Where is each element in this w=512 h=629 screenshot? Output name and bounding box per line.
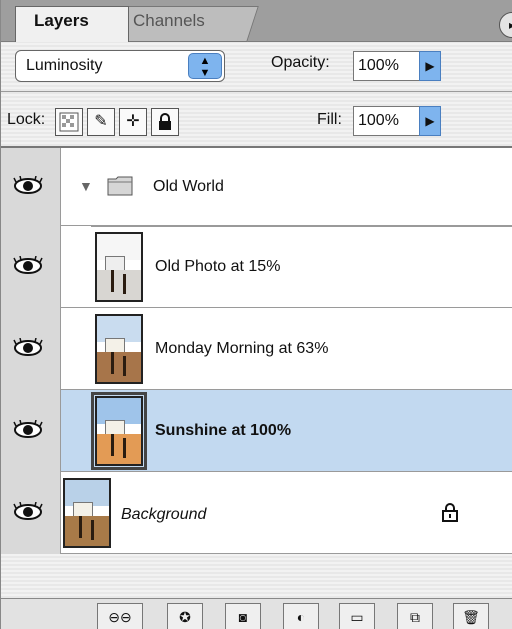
layer-name: Background (121, 506, 207, 523)
divider (91, 226, 512, 227)
layer-old-photo[interactable]: Old Photo at 15% (1, 226, 512, 308)
new-group-folder-icon[interactable]: ▭ (339, 603, 375, 629)
lock-all-icon[interactable] (151, 108, 179, 136)
tab-channels[interactable]: Channels (107, 6, 259, 42)
fill-label: Fill: (317, 111, 342, 128)
layers-panel: Channels Layers ▸ Luminosity ▲▼ Opacity:… (0, 0, 512, 629)
layer-background[interactable]: Background (1, 472, 512, 554)
lock-transparent-pixels-icon[interactable] (55, 108, 83, 136)
eye-icon[interactable] (13, 420, 49, 442)
eye-icon[interactable] (13, 176, 49, 198)
link-layers-icon[interactable]: ⊖⊖ (97, 603, 143, 629)
layer-name: Old World (153, 178, 224, 195)
bottom-toolbar: ⊖⊖ ✪ ◙ ◐ ▭ ⧉ 🗑 (1, 598, 512, 629)
list-empty-area (1, 554, 512, 598)
layers-list: ▼ Old World Old Photo at 15% Monday Morn… (1, 148, 512, 598)
opacity-slider-arrow-icon[interactable]: ▶ (419, 51, 441, 81)
trash-icon[interactable]: 🗑 (453, 603, 489, 629)
lock-position-move-icon[interactable]: ✛ (119, 108, 147, 136)
panel-menu-icon[interactable]: ▸ (499, 12, 512, 38)
new-layer-icon[interactable]: ⧉ (397, 603, 433, 629)
blend-mode-select[interactable]: Luminosity ▲ ▼ (15, 50, 225, 82)
eye-icon[interactable] (13, 338, 49, 360)
eye-icon[interactable] (13, 502, 49, 524)
layer-style-icon[interactable]: ✪ (167, 603, 203, 629)
layer-thumbnail (63, 478, 111, 548)
eye-icon[interactable] (13, 256, 49, 278)
lock-label: Lock: (7, 111, 46, 128)
layer-thumbnail (95, 232, 143, 302)
tab-layers[interactable]: Layers (15, 6, 129, 42)
folder-icon (107, 174, 133, 201)
layer-name: Sunshine at 100% (155, 422, 292, 439)
adjustment-layer-icon[interactable]: ◐ (283, 603, 319, 629)
layer-name: Old Photo at 15% (155, 258, 281, 275)
opacity-label: Opacity: (271, 54, 330, 71)
layer-group-old-world[interactable]: ▼ Old World (1, 148, 512, 226)
tab-bar: Channels Layers ▸ (1, 0, 512, 42)
layer-thumbnail (91, 392, 147, 470)
blend-row: Luminosity ▲ ▼ Opacity: 100% ▶ (1, 42, 512, 92)
layer-name: Monday Morning at 63% (155, 340, 329, 357)
opacity-input[interactable]: 100% (353, 51, 421, 81)
fill-slider-arrow-icon[interactable]: ▶ (419, 106, 441, 136)
expand-triangle-icon[interactable]: ▼ (79, 178, 93, 194)
layer-mask-icon[interactable]: ◙ (225, 603, 261, 629)
fill-input[interactable]: 100% (353, 106, 421, 136)
layer-monday-morning[interactable]: Monday Morning at 63% (1, 308, 512, 390)
lock-icon (441, 502, 459, 522)
lock-image-pixels-brush-icon[interactable]: ✎ (87, 108, 115, 136)
layer-sunshine-selected[interactable]: Sunshine at 100% (1, 390, 512, 472)
blend-mode-value: Luminosity (26, 57, 103, 74)
layer-thumbnail (95, 314, 143, 384)
lock-row: Lock: ✎ ✛ Fill: 100% ▶ (1, 92, 512, 148)
blend-mode-arrows-icon[interactable]: ▲ ▼ (188, 53, 222, 79)
